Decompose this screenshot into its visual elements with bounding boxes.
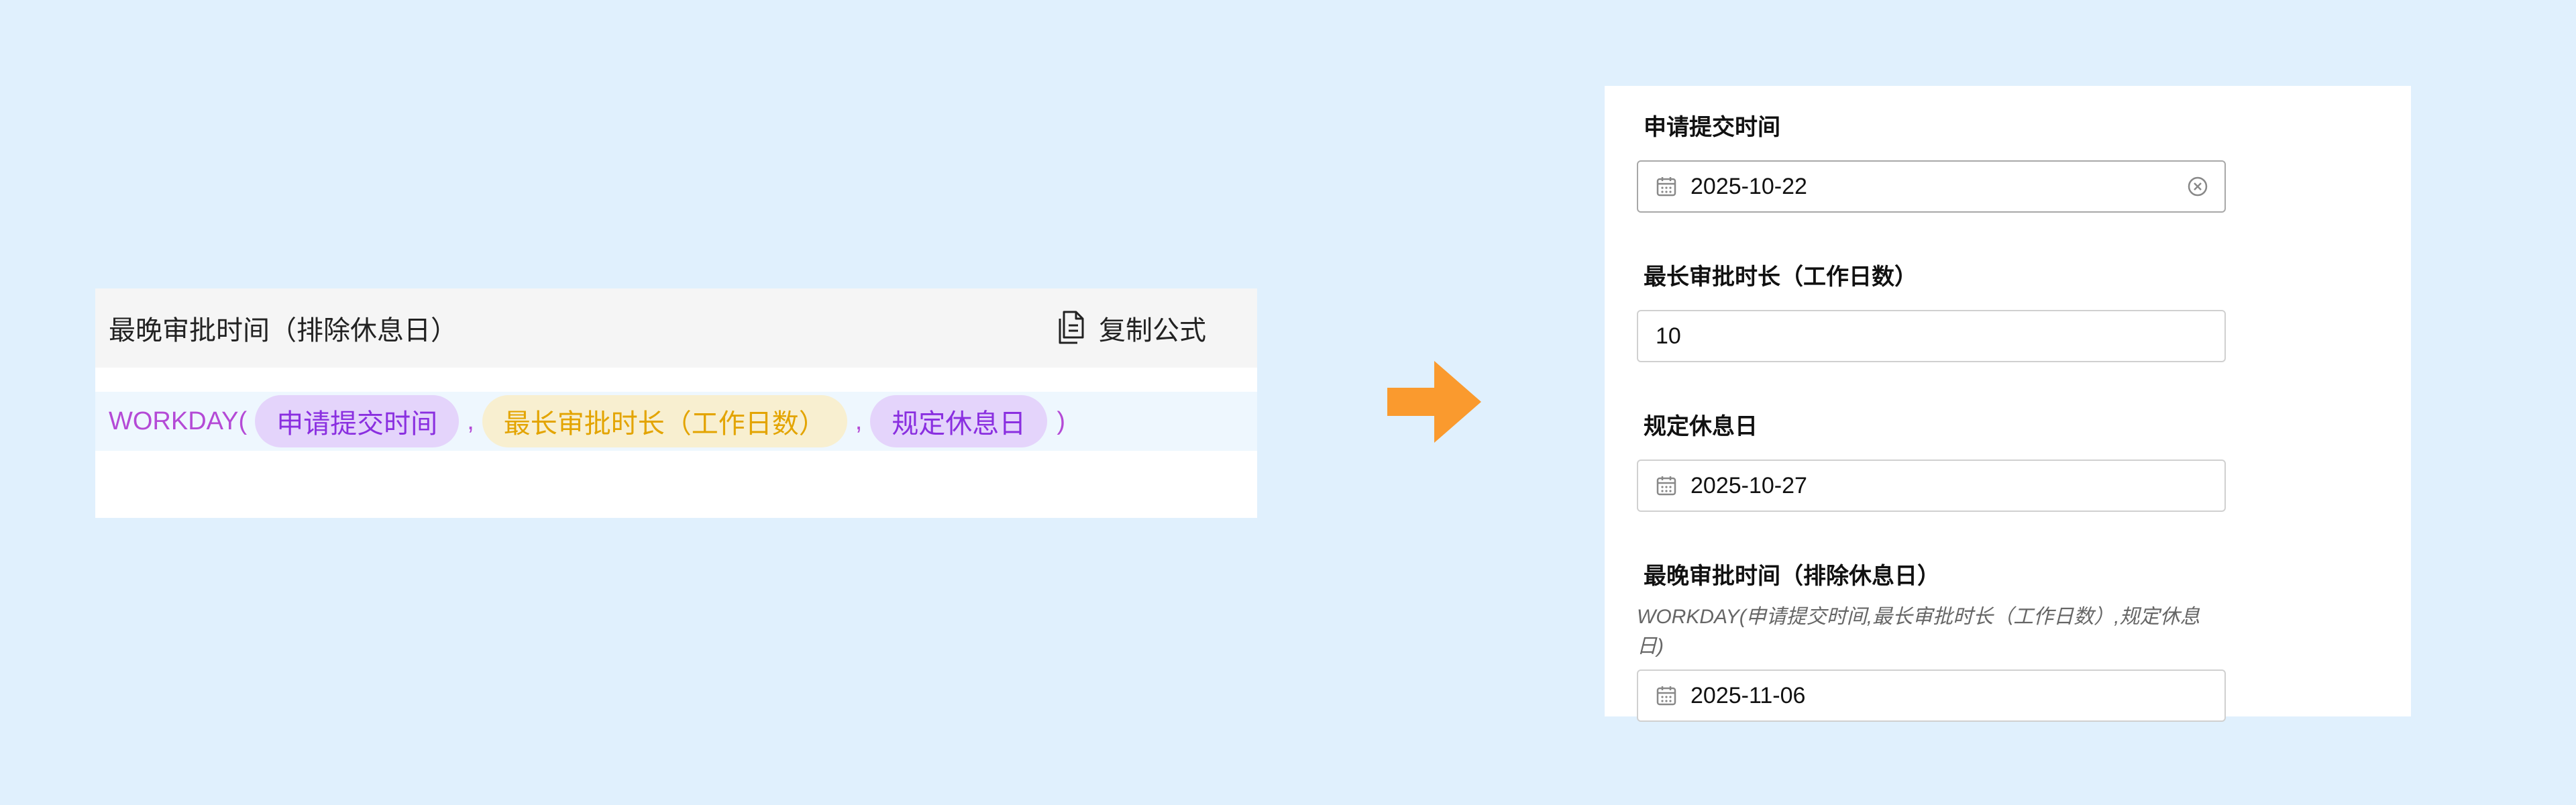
calendar-icon [1656,686,1676,706]
field-label: 最晚审批时间（排除休息日） [1644,564,1940,589]
copy-icon [1059,311,1084,344]
formula-editor-panel: 最晚审批时间（排除休息日） 复制公式 WORKDAY( 申请提交时间 , 最长审… [95,288,1257,518]
formula-separator: , [855,407,863,435]
input-value: 2025-10-27 [1690,472,1807,498]
field-submit-time: 申请提交时间 2025-10-22 [1637,109,2226,213]
field-max-duration: 最长审批时长（工作日数） 10 [1637,258,2226,362]
formula-header: 最晚审批时间（排除休息日） 复制公式 [95,288,1257,368]
field-label: 最长审批时长（工作日数） [1644,264,1917,290]
date-input-submit-time[interactable]: 2025-10-22 [1637,160,2226,213]
field-rest-day: 规定休息日 2025-10-27 [1637,408,2226,512]
arrow-right-icon [1387,361,1481,443]
date-input-rest-day[interactable]: 2025-10-27 [1637,460,2226,512]
form-card: 申请提交时间 2025-10-22 最长审批时长（工作日数） 10 规定休息日 … [1605,86,2411,722]
calendar-icon [1656,177,1676,197]
formula-title: 最晚审批时间（排除休息日） [109,316,458,345]
formula-arg-pill[interactable]: 规定休息日 [870,395,1048,447]
number-input-max-duration[interactable]: 10 [1637,310,2226,362]
function-name: WORKDAY( [109,407,248,435]
input-value: 2025-11-06 [1690,682,1806,708]
field-formula-hint: WORKDAY(申请提交时间,最长审批时长（工作日数）,规定休息日) [1637,606,2200,657]
formula-arg-pill[interactable]: 最长审批时长（工作日数） [482,395,847,447]
copy-formula-label: 复制公式 [1099,316,1206,345]
formula-separator: , [467,407,474,435]
formula-expression[interactable]: WORKDAY( 申请提交时间 , 最长审批时长（工作日数） , 规定休息日 ) [95,392,1257,451]
clear-icon[interactable] [2187,176,2208,197]
input-value: 10 [1656,323,1681,349]
calendar-icon [1656,476,1676,496]
formula-arg-pill[interactable]: 申请提交时间 [255,395,460,447]
field-latest-approval: 最晚审批时间（排除休息日） WORKDAY(申请提交时间,最长审批时长（工作日数… [1637,557,2226,722]
field-label: 申请提交时间 [1644,115,1780,140]
date-input-latest-approval[interactable]: 2025-11-06 [1637,669,2226,722]
field-label: 规定休息日 [1644,414,1758,439]
input-value: 2025-10-22 [1690,173,1807,199]
copy-formula-button[interactable]: 复制公式 [1056,309,1206,347]
function-close: ) [1057,407,1065,435]
